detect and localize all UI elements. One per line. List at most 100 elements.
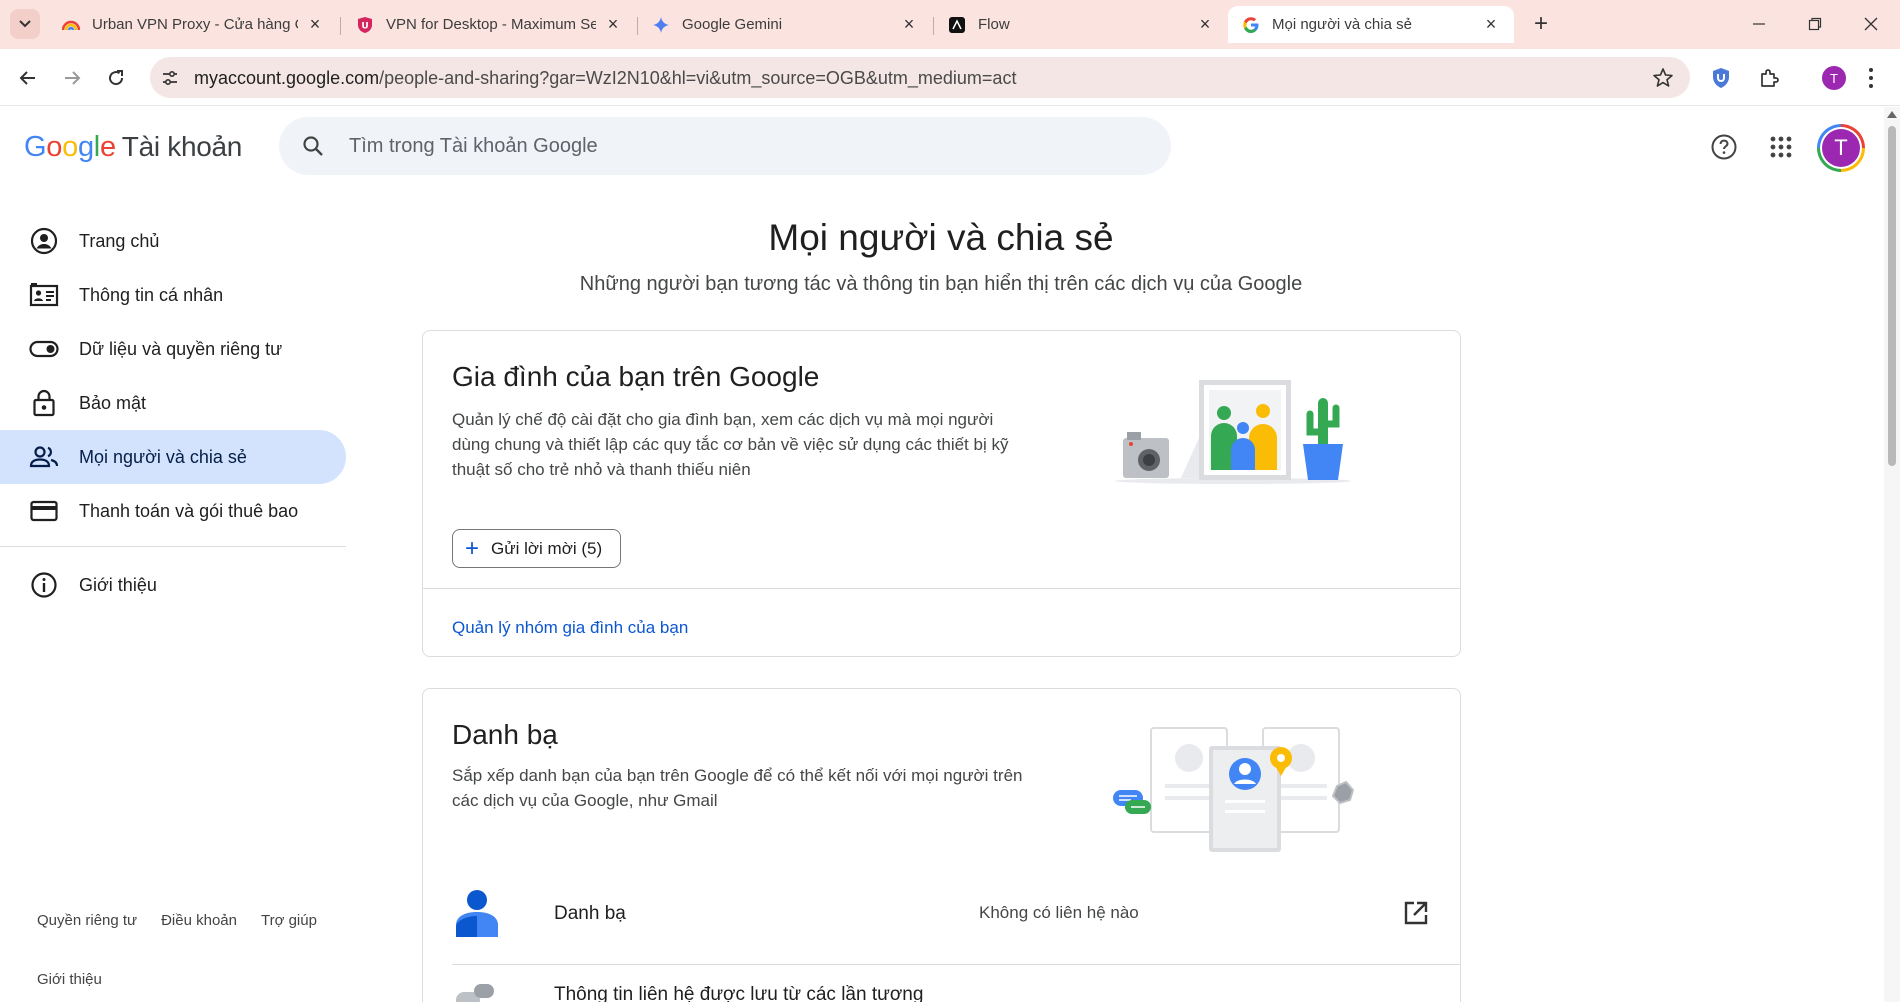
about-link[interactable]: Giới thiệu: [37, 971, 102, 988]
close-tab-icon[interactable]: ×: [900, 14, 918, 34]
sidebar-item-label: Thông tin cá nhân: [79, 284, 224, 305]
bookmark-star-icon[interactable]: [1652, 67, 1674, 89]
tab-flow[interactable]: Flow ×: [934, 6, 1228, 43]
url-text: myaccount.google.com/people-and-sharing?…: [194, 68, 1016, 89]
tab-vpn-desktop[interactable]: U VPN for Desktop - Maximum Se ×: [342, 6, 636, 43]
contacts-row[interactable]: Danh bạ Không có liên hệ nào: [452, 879, 1460, 949]
sidebar-item-label: Thanh toán và gói thuê bao: [79, 500, 299, 521]
reload-button[interactable]: [102, 64, 130, 92]
sidebar-item-home[interactable]: Trang chủ: [0, 214, 346, 268]
logo-letter: o: [62, 131, 78, 163]
contacts-card-title: Danh bạ: [452, 719, 558, 750]
tab-strip: Urban VPN Proxy - Cửa hàng Ch × U VPN fo…: [0, 0, 1900, 49]
scroll-up-arrow-icon[interactable]: [1887, 111, 1897, 118]
privacy-link[interactable]: Quyền riêng tư: [37, 912, 137, 929]
scroll-thumb[interactable]: [1888, 126, 1896, 466]
sidebar-item-label: Giới thiệu: [79, 574, 157, 595]
tab-title: Google Gemini: [682, 16, 783, 33]
help-link[interactable]: Trợ giúp: [261, 912, 317, 929]
send-invite-label: Gửi lời mời (5): [491, 538, 603, 558]
manage-family-link[interactable]: Quản lý nhóm gia đình của bạn: [452, 618, 688, 638]
tab-title: Mọi người và chia sẻ: [1272, 16, 1412, 33]
browser-menu-button[interactable]: [1864, 66, 1878, 90]
toggle-icon: [29, 334, 59, 364]
credit-card-icon: [29, 496, 59, 526]
chat-bubbles-icon: [456, 984, 494, 1002]
google-apps-button[interactable]: [1761, 127, 1801, 167]
lock-icon: [29, 388, 59, 418]
sidebar-item-people-sharing[interactable]: Mọi người và chia sẻ: [0, 430, 346, 484]
send-invite-button[interactable]: + Gửi lời mời (5): [452, 529, 622, 568]
page-title: Mọi người và chia sẻ: [768, 217, 1114, 258]
puzzle-icon: [1761, 69, 1779, 87]
tab-title: Urban VPN Proxy - Cửa hàng Ch: [92, 16, 298, 33]
sidebar-item-data-privacy[interactable]: Dữ liệu và quyền riêng tư: [0, 322, 346, 376]
close-tab-icon[interactable]: ×: [306, 14, 324, 34]
site-info-icon[interactable]: [160, 68, 180, 88]
restore-button[interactable]: [1798, 10, 1832, 38]
account-search-bar[interactable]: [279, 117, 1171, 175]
google-account-logo[interactable]: Google Tài khoản: [24, 131, 242, 164]
contacts-card: Danh bạ Sắp xếp danh bạn của bạn trên Go…: [422, 688, 1461, 1002]
url-path: /people-and-sharing?gar=WzI2N10&hl=vi&ut…: [379, 68, 1017, 88]
browser-profile-avatar[interactable]: T: [1822, 66, 1846, 90]
forward-button[interactable]: [58, 64, 86, 92]
close-icon: [1864, 17, 1878, 31]
sidebar-item-label: Bảo mật: [79, 392, 147, 413]
tab-separator: [340, 17, 341, 35]
open-in-new-icon[interactable]: [1402, 899, 1430, 927]
close-tab-icon[interactable]: ×: [1482, 14, 1500, 34]
tab-people-and-sharing[interactable]: Mọi người và chia sẻ ×: [1228, 6, 1514, 43]
tab-search-button[interactable]: [10, 9, 40, 39]
tab-title: Flow: [978, 16, 1010, 33]
google-g-icon: [1242, 16, 1260, 34]
restore-icon: [1808, 17, 1822, 31]
person-icon: [456, 890, 498, 937]
tab-google-gemini[interactable]: Google Gemini ×: [638, 6, 932, 43]
footer-links: Quyền riêng tư Điều khoản Trợ giúp: [37, 912, 341, 929]
family-card-title: Gia đình của bạn trên Google: [452, 361, 820, 392]
logo-letter: G: [24, 131, 47, 163]
shield-icon: [1713, 68, 1729, 88]
terms-link[interactable]: Điều khoản: [161, 912, 237, 929]
page-scrollbar[interactable]: [1884, 107, 1900, 1002]
close-window-button[interactable]: [1854, 10, 1888, 38]
extensions-button[interactable]: [1756, 65, 1782, 91]
id-card-icon: [29, 280, 59, 310]
urban-vpn-extension-button[interactable]: [1708, 65, 1734, 91]
logo-letter: g: [77, 131, 94, 163]
sidebar-item-personal-info[interactable]: Thông tin cá nhân: [0, 268, 346, 322]
sidebar-item-security[interactable]: Bảo mật: [0, 376, 346, 430]
family-card: Gia đình của bạn trên Google Quản lý chế…: [422, 330, 1461, 657]
sidebar-divider: [0, 546, 346, 547]
account-circle-icon: [29, 226, 59, 256]
help-button[interactable]: [1704, 127, 1744, 167]
plus-icon: +: [465, 534, 480, 562]
sidebar-item-payments[interactable]: Thanh toán và gói thuê bao: [0, 484, 346, 538]
address-bar[interactable]: myaccount.google.com/people-and-sharing?…: [150, 57, 1690, 98]
contacts-row-label: Danh bạ: [554, 903, 626, 924]
product-name: Tài khoản: [121, 131, 243, 162]
sidebar-item-label: Mọi người và chia sẻ: [79, 446, 247, 467]
new-tab-button[interactable]: +: [1528, 10, 1554, 37]
flow-icon: [948, 16, 966, 34]
gemini-sparkle-icon: [652, 16, 670, 34]
family-card-description: Quản lý chế độ cài đặt cho gia đình bạn,…: [452, 410, 1009, 479]
close-tab-icon[interactable]: ×: [1196, 14, 1214, 34]
contacts-card-description: Sắp xếp danh bạn của bạn trên Google để …: [452, 766, 1023, 810]
minimize-button[interactable]: [1742, 10, 1776, 38]
search-input[interactable]: [349, 129, 1129, 163]
account-avatar[interactable]: T: [1817, 124, 1865, 172]
page-subtitle: Những người bạn tương tác và thông tin b…: [579, 273, 1303, 295]
search-icon[interactable]: [301, 134, 325, 158]
tab-urban-vpn-store[interactable]: Urban VPN Proxy - Cửa hàng Ch ×: [48, 6, 338, 43]
back-button[interactable]: [14, 64, 42, 92]
sidebar-item-about[interactable]: Giới thiệu: [0, 558, 346, 612]
avatar-initial: T: [1822, 129, 1860, 167]
close-tab-icon[interactable]: ×: [604, 14, 622, 34]
reload-icon: [109, 70, 124, 86]
help-icon: [1711, 134, 1737, 160]
sidebar-item-label: Trang chủ: [79, 230, 160, 251]
logo-letter: e: [99, 131, 116, 163]
saved-contact-info-row[interactable]: Thông tin liên hệ được lưu từ các lần tư…: [452, 964, 1460, 1002]
